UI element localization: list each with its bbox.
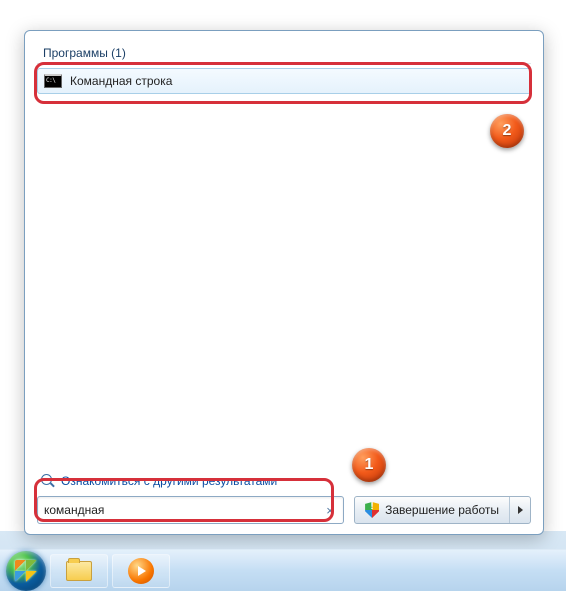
- media-player-icon: [128, 558, 154, 584]
- shutdown-button[interactable]: Завершение работы: [355, 497, 510, 523]
- see-more-label: Ознакомиться с другими результатами: [61, 474, 277, 488]
- result-item-cmd[interactable]: Командная строка: [37, 68, 531, 94]
- cmd-icon: [44, 74, 62, 88]
- shutdown-label: Завершение работы: [385, 503, 499, 517]
- result-item-label: Командная строка: [70, 74, 172, 88]
- annotation-badge-2: 2: [490, 114, 524, 148]
- search-icon: [41, 474, 55, 488]
- clear-search-icon[interactable]: ×: [323, 503, 337, 517]
- search-box[interactable]: ×: [37, 496, 344, 524]
- shutdown-split-button: Завершение работы: [354, 496, 531, 524]
- see-more-results-link[interactable]: Ознакомиться с другими результатами: [37, 470, 531, 496]
- start-menu-search-panel: Программы (1) Командная строка Ознакомит…: [24, 30, 544, 535]
- folder-icon: [66, 561, 92, 581]
- taskbar-media-player[interactable]: [112, 554, 170, 588]
- taskbar-explorer[interactable]: [50, 554, 108, 588]
- annotation-badge-1: 1: [352, 448, 386, 482]
- start-button[interactable]: [6, 551, 46, 591]
- shield-icon: [365, 502, 379, 518]
- start-menu-bottom-row: × Завершение работы: [37, 496, 531, 524]
- result-category-header: Программы (1): [37, 43, 531, 64]
- search-input[interactable]: [44, 503, 323, 517]
- shutdown-options-arrow[interactable]: [510, 497, 530, 523]
- taskbar: [0, 549, 566, 591]
- results-spacer: [37, 94, 531, 470]
